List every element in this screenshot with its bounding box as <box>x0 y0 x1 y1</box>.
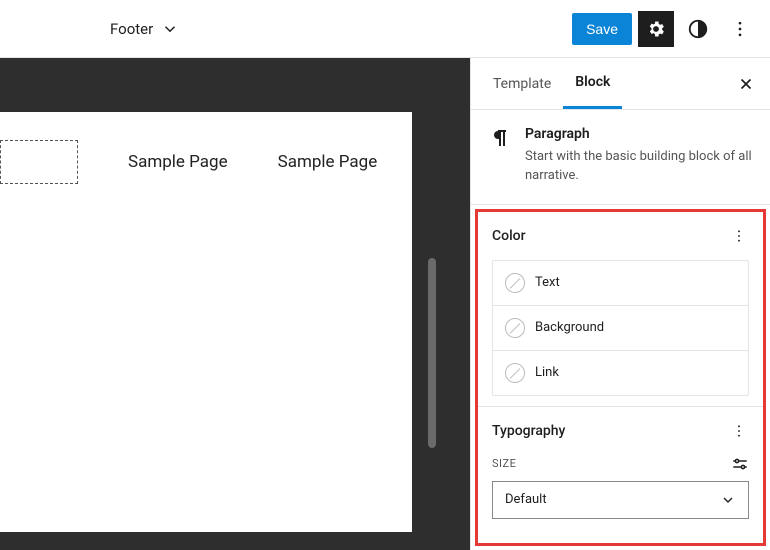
styles-button[interactable] <box>680 11 716 47</box>
chevron-down-icon <box>720 492 736 508</box>
nav-link[interactable]: Sample Page <box>128 152 228 172</box>
chevron-down-icon <box>161 20 179 38</box>
size-label-row: SIZE <box>492 455 749 473</box>
kebab-icon <box>730 19 750 39</box>
highlight-panel: Color Text Background <box>475 209 766 546</box>
size-select-value: Default <box>505 492 547 507</box>
color-heading: Color <box>492 228 526 244</box>
document-title-text: Footer <box>110 20 153 38</box>
color-row-label: Background <box>535 320 604 335</box>
typography-heading-row: Typography <box>492 421 749 441</box>
main-area: Sample Page Sample Page Privay Policy Te… <box>0 58 770 550</box>
color-row-text[interactable]: Text <box>493 261 748 306</box>
block-info-text: Paragraph Start with the basic building … <box>525 126 754 186</box>
kebab-icon <box>731 423 747 439</box>
color-panel-more-button[interactable] <box>729 226 749 246</box>
canvas-frame[interactable]: Sample Page Sample Page Privay Policy Te… <box>0 112 412 532</box>
color-panel: Color Text Background <box>478 212 763 406</box>
color-row-label: Text <box>535 275 560 290</box>
document-title-button[interactable]: Footer <box>110 20 179 38</box>
canvas-content: Sample Page Sample Page Privay Policy Te… <box>0 112 412 532</box>
tab-template[interactable]: Template <box>481 58 563 109</box>
typography-panel: Typography SIZE De <box>478 406 763 519</box>
more-button[interactable] <box>722 11 758 47</box>
tab-block[interactable]: Block <box>563 58 622 109</box>
top-bar: Footer Save <box>0 0 770 58</box>
editor-canvas: Sample Page Sample Page Privay Policy Te… <box>0 58 470 550</box>
block-description: Start with the basic building block of a… <box>525 148 754 186</box>
sliders-icon <box>731 455 749 473</box>
gear-icon <box>646 19 666 39</box>
block-header: Paragraph Start with the basic building … <box>471 110 770 205</box>
contrast-icon <box>687 18 709 40</box>
size-select[interactable]: Default <box>492 481 749 519</box>
empty-block-placeholder[interactable] <box>0 140 78 184</box>
kebab-icon <box>731 228 747 244</box>
size-label: SIZE <box>492 457 516 470</box>
sidebar-tabs: Template Block <box>471 58 770 110</box>
paragraph-icon <box>487 126 511 150</box>
color-row-label: Link <box>535 365 559 380</box>
empty-swatch-icon <box>505 273 525 293</box>
sidebar: Template Block Paragraph Start with the … <box>470 58 770 550</box>
nav-link[interactable]: Sample Page <box>278 152 378 172</box>
typography-heading: Typography <box>492 423 565 439</box>
block-name: Paragraph <box>525 126 754 142</box>
color-row-link[interactable]: Link <box>493 351 748 395</box>
scrollbar-thumb[interactable] <box>428 258 436 448</box>
save-button[interactable]: Save <box>572 13 632 45</box>
close-icon <box>737 75 755 93</box>
color-heading-row: Color <box>492 226 749 246</box>
color-row-background[interactable]: Background <box>493 306 748 351</box>
size-custom-button[interactable] <box>731 455 749 473</box>
empty-swatch-icon <box>505 318 525 338</box>
empty-swatch-icon <box>505 363 525 383</box>
nav-row: Sample Page Sample Page <box>0 112 412 184</box>
settings-button[interactable] <box>638 11 674 47</box>
close-sidebar-button[interactable] <box>732 70 760 98</box>
typography-panel-more-button[interactable] <box>729 421 749 441</box>
top-bar-right: Save <box>572 11 758 47</box>
color-list: Text Background Link <box>492 260 749 396</box>
top-bar-left: Footer <box>0 20 572 38</box>
